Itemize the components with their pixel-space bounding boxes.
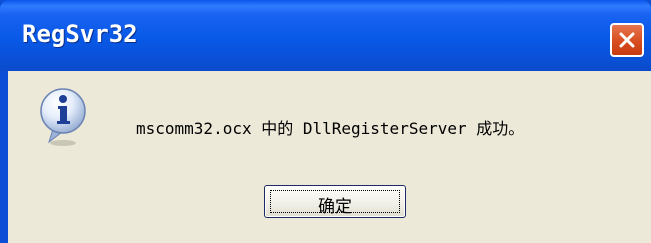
close-icon xyxy=(619,32,635,48)
ok-button[interactable]: 确定 xyxy=(264,185,406,218)
window-title: RegSvr32 xyxy=(22,20,138,48)
ok-button-label: 确定 xyxy=(318,197,352,217)
dialog-message: mscomm32.ocx 中的 DllRegisterServer 成功。 xyxy=(136,119,525,138)
info-icon xyxy=(40,88,86,146)
title-bar[interactable]: RegSvr32 xyxy=(0,0,651,71)
close-button[interactable] xyxy=(610,23,644,57)
dialog-body: mscomm32.ocx 中的 DllRegisterServer 成功。 确定 xyxy=(8,71,651,243)
dialog-window: RegSvr32 mscomm32.ocx 中的 DllRegisterServ… xyxy=(0,0,651,243)
